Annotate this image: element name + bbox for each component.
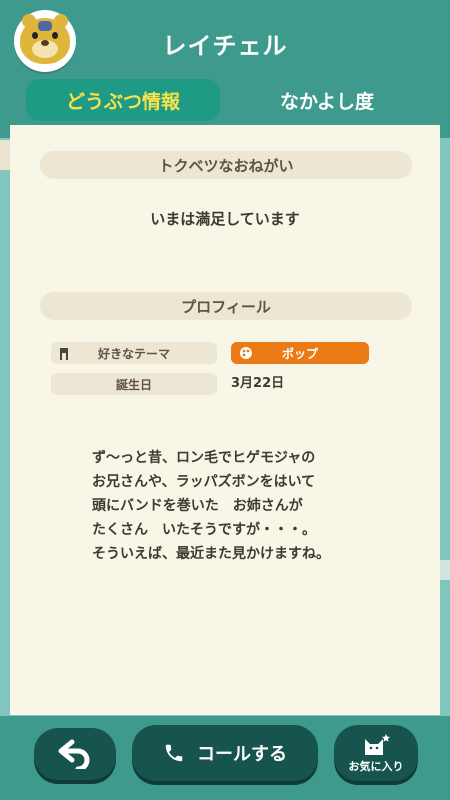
back-arrow-icon [58, 739, 90, 769]
paint-palette-icon [239, 346, 253, 360]
birthday-value: 3月22日 [231, 376, 285, 391]
description-line: お兄さんや、ラッパズボンをはいて [92, 474, 316, 490]
request-section-title: トクベツなおねがい [40, 151, 412, 179]
background-strip [440, 560, 450, 580]
favorite-button[interactable]: お気に入り [334, 725, 418, 781]
tab-animal-info[interactable]: どうぶつ情報 [26, 79, 220, 121]
description-line: たくさん いたそうですが・・・。 [92, 522, 316, 538]
theme-value: ポップ [231, 342, 369, 364]
birthday-label: 誕生日 [51, 373, 217, 395]
profile-section-title: プロフィール [40, 292, 412, 320]
cat-star-icon [365, 733, 390, 755]
theme-label-text: 好きなテーマ [97, 346, 170, 361]
theme-value-text: ポップ [281, 346, 318, 361]
hanger-icon [58, 346, 70, 360]
call-button-label: コールする [197, 744, 287, 765]
back-button[interactable] [34, 728, 116, 780]
favorite-button-label: お気に入り [348, 759, 404, 773]
description-line: そういえば、最近また見かけますね。 [92, 546, 330, 562]
theme-label: 好きなテーマ [51, 342, 217, 364]
description-line: ず〜っと昔、ロン毛でヒゲモジャの [92, 450, 316, 466]
tab-friendship[interactable]: なかよし度 [232, 79, 422, 121]
phone-icon [165, 744, 183, 762]
villager-name: レイチェル [162, 32, 288, 60]
request-text: いまは満足しています [150, 210, 300, 228]
profile-description: ず〜っと昔、ロン毛でヒゲモジャの お兄さんや、ラッパズボンをはいて 頭にバンドを… [92, 446, 392, 566]
description-line: 頭にバンドを巻いた お姉さんが [92, 498, 303, 514]
call-button[interactable]: コールする [132, 725, 318, 781]
